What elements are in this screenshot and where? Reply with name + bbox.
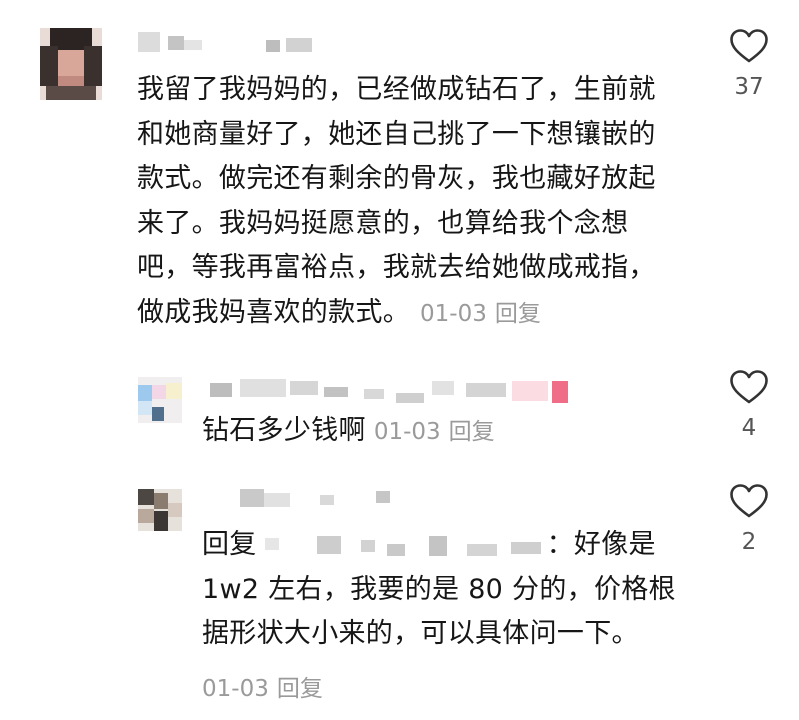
comment-meta: 01-03 回复 (374, 419, 495, 445)
avatar[interactable] (138, 489, 182, 531)
comment-line: 和她商量好了，她还自己挑了一下想镶嵌的 (137, 118, 656, 150)
comment-item: 我留了我妈妈的，已经做成钻石了，生前就 和她商量好了，她还自己挑了一下想镶嵌的 … (0, 0, 799, 345)
comment-line: 钻石多少钱啊 01-03 回复 (202, 409, 702, 455)
comment-line: 据形状大小来的，可以具体问一下。 (202, 618, 639, 649)
avatar[interactable] (138, 377, 182, 423)
comment-line: 款式。做完还有剩余的骨灰，我也藏好放起 (137, 163, 656, 194)
comment-line: 回复 ：好像是 (202, 523, 722, 568)
username-blurred[interactable] (138, 30, 338, 52)
heart-outline-icon (730, 370, 768, 404)
comment-line: 来了。我妈妈挺愿意的，也算给我个念想 (137, 207, 629, 239)
comment-text: 钻石多少钱啊 01-03 回复 (202, 409, 702, 455)
comment-meta: 01-03 回复 (420, 301, 541, 327)
username-blurred[interactable] (200, 379, 600, 403)
like-button[interactable]: 37 (721, 28, 777, 100)
avatar[interactable] (40, 28, 102, 100)
username-blurred[interactable] (200, 489, 400, 511)
like-count: 37 (734, 74, 764, 100)
like-count: 4 (741, 415, 757, 441)
reply-button[interactable]: 回复 (495, 301, 541, 327)
comment-text: 我留了我妈妈的，已经做成钻石了，生前就 和她商量好了，她还自己挑了一下想镶嵌的 … (137, 68, 707, 336)
comment-line: 我留了我妈妈的，已经做成钻石了，生前就 (137, 74, 656, 105)
reply-button[interactable]: 回复 (449, 419, 495, 445)
comment-date: 01-03 (202, 676, 269, 702)
comment-line-text: 钻石多少钱啊 (202, 415, 366, 446)
heart-outline-icon (730, 484, 768, 518)
like-count: 2 (741, 529, 757, 555)
comment-line: 做成我妈喜欢的款式。 01-03 回复 (137, 291, 707, 337)
comment-line-text: ：好像是 (546, 529, 656, 560)
comment-line: 1w2 左右，我要的是 80 分的，价格根 (202, 573, 676, 605)
comment-text: 回复 ：好像是 1w2 左右，我要的是 80 分的，价格根 据形状大小来的，可以… (202, 523, 722, 657)
comment-date: 01-03 (420, 300, 487, 327)
mention-blurred[interactable] (257, 534, 547, 558)
comment-line-text: 做成我妈喜欢的款式。 (137, 296, 410, 328)
like-button[interactable]: 4 (721, 369, 777, 441)
heart-outline-icon (730, 29, 768, 63)
reply-prefix: 回复 (202, 529, 257, 560)
reply-comment-item: 钻石多少钱啊 01-03 回复 4 (0, 345, 799, 465)
reply-comment-item: 回复 ：好像是 1w2 左右，我要的是 80 分的，价格根 据形状大小来的，可以… (0, 465, 799, 720)
comment-meta: 01-03 回复 (202, 669, 323, 703)
like-button[interactable]: 2 (721, 483, 777, 555)
comment-line: 吧，等我再富裕点，我就去给她做成戒指， (137, 252, 656, 283)
comment-date: 01-03 (373, 419, 441, 445)
reply-button[interactable]: 回复 (277, 676, 323, 702)
